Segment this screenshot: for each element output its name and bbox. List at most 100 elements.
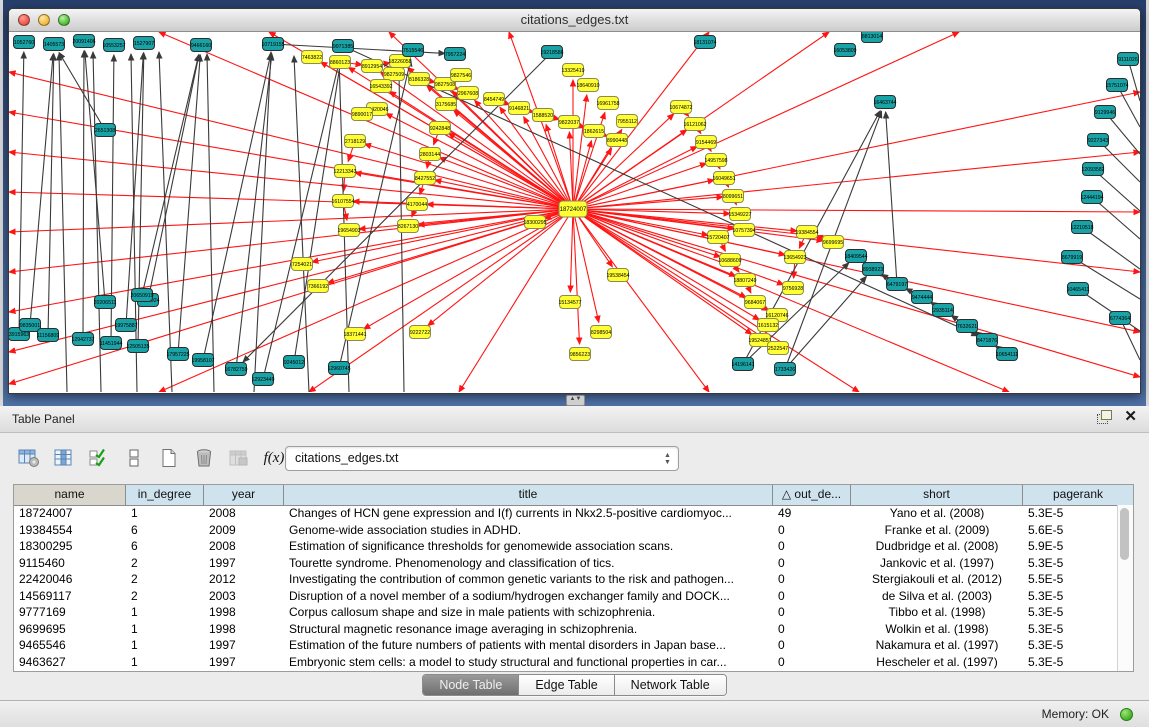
- network-hub-node[interactable]: 18724007: [559, 201, 587, 217]
- table-cell[interactable]: 5.3E-5: [1023, 654, 1118, 671]
- network-node[interactable]: 9756928: [783, 282, 804, 295]
- table-row[interactable]: 1456911722003Disruption of a novel membe…: [14, 588, 1118, 605]
- table-cell[interactable]: 1998: [204, 604, 284, 621]
- table-cell[interactable]: 5.5E-5: [1023, 571, 1118, 588]
- tab-node-table[interactable]: Node Table: [423, 675, 519, 695]
- table-cell[interactable]: Franke et al. (2009): [851, 522, 1023, 539]
- table-cell[interactable]: 9463627: [14, 654, 126, 671]
- close-window-button[interactable]: [18, 14, 30, 26]
- network-node[interactable]: 9146821: [509, 102, 530, 115]
- tab-network-table[interactable]: Network Table: [615, 675, 726, 695]
- network-node[interactable]: 9129946: [1095, 106, 1116, 119]
- network-node[interactable]: 1052760: [14, 36, 35, 49]
- network-node[interactable]: 8860123: [330, 56, 351, 69]
- network-node[interactable]: 18300295: [523, 216, 546, 229]
- table-cell[interactable]: Wolkin et al. (1998): [851, 621, 1023, 638]
- network-node[interactable]: 7955112: [617, 115, 638, 128]
- network-node[interactable]: 8099651: [723, 190, 744, 203]
- network-node[interactable]: 1527907: [134, 37, 155, 50]
- network-node[interactable]: 11451944: [100, 337, 123, 350]
- table-cell[interactable]: Tibbo et al. (1998): [851, 604, 1023, 621]
- network-node[interactable]: 7254021: [292, 258, 313, 271]
- table-cell[interactable]: Genome-wide association studies in ADHD.: [284, 522, 773, 539]
- network-node[interactable]: 8813014: [862, 32, 883, 43]
- network-node[interactable]: 2522547: [768, 342, 789, 355]
- network-edge[interactable]: [207, 54, 214, 392]
- table-cell[interactable]: 1: [126, 654, 204, 671]
- network-node[interactable]: 2803144: [420, 148, 441, 161]
- row-check-icon[interactable]: [86, 446, 112, 470]
- table-row[interactable]: 1938455462009Genome-wide association stu…: [14, 522, 1118, 539]
- table-row[interactable]: 911546021997Tourette syndrome. Phenomeno…: [14, 555, 1118, 572]
- table-cell[interactable]: 9777169: [14, 604, 126, 621]
- table-cell[interactable]: 0: [773, 555, 851, 572]
- table-cell[interactable]: 1997: [204, 555, 284, 572]
- network-edge[interactable]: [573, 209, 1140, 377]
- table-cell[interactable]: 2012: [204, 571, 284, 588]
- network-node[interactable]: 8679919: [1062, 251, 1083, 264]
- table-cell[interactable]: Embryonic stem cells: a model to study s…: [284, 654, 773, 671]
- network-node[interactable]: 19958107: [191, 354, 214, 367]
- network-node[interactable]: 9474444: [912, 291, 933, 304]
- network-node[interactable]: 18131074: [693, 36, 716, 49]
- network-node[interactable]: 1733426: [775, 363, 796, 376]
- network-node[interactable]: 12213343: [333, 165, 356, 178]
- window-titlebar[interactable]: citations_edges.txt: [9, 9, 1140, 32]
- table-cell[interactable]: 0: [773, 654, 851, 671]
- network-node[interactable]: 20091406: [72, 35, 95, 48]
- network-node[interactable]: 10719155: [261, 38, 284, 51]
- network-node[interactable]: 7632621: [957, 320, 978, 333]
- table-cell[interactable]: 0: [773, 637, 851, 654]
- table-cell[interactable]: 5.3E-5: [1023, 588, 1118, 605]
- table-cell[interactable]: Dudbridge et al. (2008): [851, 538, 1023, 555]
- network-node[interactable]: 2935114: [933, 304, 954, 317]
- network-node[interactable]: 13325419: [561, 64, 584, 77]
- splitter-handle[interactable]: ▲▼: [566, 395, 585, 406]
- delete-rows-icon[interactable]: [191, 446, 217, 470]
- network-graph[interactable]: 1872400788601238912954182260589827509165…: [9, 32, 1140, 392]
- network-node[interactable]: 9835001: [20, 319, 41, 332]
- network-edge[interactable]: [428, 209, 573, 326]
- table-cell[interactable]: 5.3E-5: [1023, 637, 1118, 654]
- row-height-icon[interactable]: [121, 446, 147, 470]
- table-cell[interactable]: Estimation of the future numbers of pati…: [284, 637, 773, 654]
- table-cell[interactable]: 1997: [204, 637, 284, 654]
- network-node[interactable]: 6774364: [1110, 312, 1131, 325]
- network-node[interactable]: 4170044: [407, 198, 428, 211]
- table-cell[interactable]: 9699695: [14, 621, 126, 638]
- table-gear-icon[interactable]: [16, 446, 42, 470]
- network-node[interactable]: 16049651: [712, 172, 735, 185]
- network-node[interactable]: 9111026: [1118, 53, 1139, 66]
- network-edge[interactable]: [386, 114, 573, 209]
- network-node[interactable]: 15134577: [558, 296, 581, 309]
- network-node[interactable]: 10674872: [669, 101, 692, 114]
- network-edge[interactable]: [236, 54, 272, 369]
- table-cell[interactable]: 9115460: [14, 555, 126, 572]
- network-node[interactable]: 8912954: [362, 60, 383, 73]
- network-node[interactable]: 8427552: [415, 172, 436, 185]
- network-node[interactable]: 14957598: [704, 154, 727, 167]
- table-cell[interactable]: 5.3E-5: [1023, 604, 1118, 621]
- network-node[interactable]: 10757394: [732, 224, 755, 237]
- network-node[interactable]: 12923449: [251, 373, 274, 386]
- column-header-out_de[interactable]: △ out_de...: [773, 485, 851, 505]
- network-node[interactable]: 16782759: [224, 363, 247, 376]
- network-node[interactable]: 12210518: [1070, 221, 1093, 234]
- table-cell[interactable]: 1: [126, 505, 204, 522]
- table-cell[interactable]: Estimation of significance thresholds fo…: [284, 538, 773, 555]
- network-node[interactable]: 9827546: [451, 69, 472, 82]
- float-panel-icon[interactable]: [1097, 410, 1112, 424]
- network-node[interactable]: 8471876: [977, 334, 998, 347]
- network-node[interactable]: 10654111: [996, 348, 1018, 361]
- network-node[interactable]: 1588520: [533, 109, 554, 122]
- table-cell[interactable]: 2: [126, 571, 204, 588]
- network-node[interactable]: 3175685: [436, 98, 457, 111]
- table-cell[interactable]: Hescheler et al. (1997): [851, 654, 1023, 671]
- network-node[interactable]: 18640910: [576, 79, 599, 92]
- table-cell[interactable]: 0: [773, 604, 851, 621]
- network-node[interactable]: 8186328: [409, 73, 430, 86]
- table-row[interactable]: 1872400712008Changes of HCN gene express…: [14, 505, 1118, 522]
- table-cell[interactable]: 0: [773, 621, 851, 638]
- table-cell[interactable]: Investigating the contribution of common…: [284, 571, 773, 588]
- network-node[interactable]: 7463822: [302, 51, 323, 64]
